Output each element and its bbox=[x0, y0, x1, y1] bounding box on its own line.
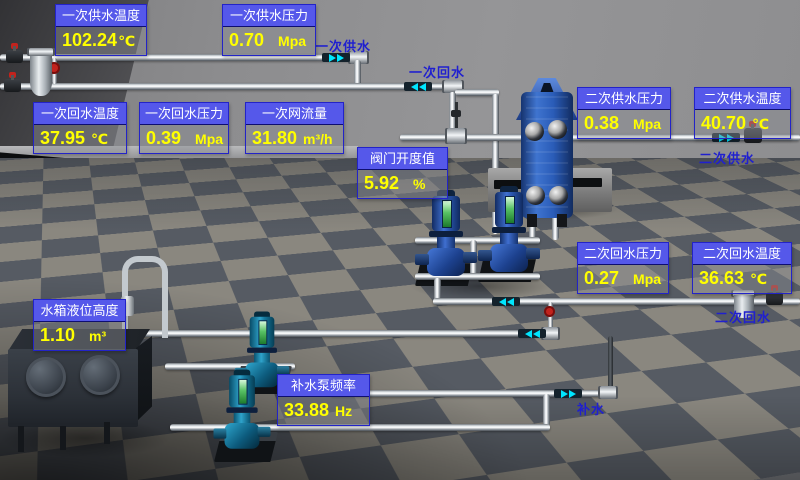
readout-tank-level-height: 水箱液位高度 1.10m³ bbox=[33, 299, 126, 351]
value: 33.88 bbox=[284, 400, 329, 420]
pipe-tag-secondary-return: 二次回水 bbox=[715, 307, 771, 326]
pipe-makeup-header bbox=[138, 330, 558, 337]
unit: ℃ bbox=[750, 269, 767, 289]
tank-manhole-icon bbox=[26, 357, 66, 397]
hx-port-icon bbox=[525, 122, 544, 141]
gate-valve-icon[interactable] bbox=[6, 50, 23, 63]
unit: ℃ bbox=[91, 129, 108, 149]
value: 0.70 bbox=[229, 30, 264, 50]
readout-valve-opening: 阀门开度值 5.92% bbox=[357, 147, 448, 199]
pump-status-window bbox=[442, 200, 452, 228]
value: 37.95 bbox=[40, 128, 85, 148]
readout-secondary-return-pressure: 二次回水压力 0.27Mpa bbox=[577, 242, 669, 294]
readout-secondary-return-temperature: 二次回水温度 36.63℃ bbox=[692, 242, 792, 294]
readout-secondary-supply-pressure: 二次供水压力 0.38Mpa bbox=[577, 87, 671, 139]
flow-arrow-icon bbox=[554, 389, 582, 398]
readout-primary-return-temperature: 一次回水温度 37.95℃ bbox=[33, 102, 127, 154]
hx-port-icon bbox=[549, 186, 568, 205]
pump-status-window bbox=[238, 379, 247, 405]
value: 5.92 bbox=[364, 173, 399, 193]
readout-primary-return-pressure: 一次回水压力 0.39Mpa bbox=[139, 102, 229, 154]
flow-arrow-icon bbox=[492, 297, 520, 306]
unit: Mpa bbox=[278, 31, 306, 51]
pump-status-window bbox=[505, 196, 515, 224]
tank-manhole-icon bbox=[80, 355, 120, 395]
pipe-fitting bbox=[598, 386, 618, 399]
readout-primary-supply-pressure: 一次供水压力 0.70Mpa bbox=[222, 4, 316, 56]
handwheel-valve-icon[interactable] bbox=[544, 306, 555, 317]
air-separator[interactable] bbox=[30, 50, 52, 96]
hmi-heat-exchange-station-screen: 一次供水 一次回水 二次供水 二次回水 补水 一次供水温度 102.24℃ 一次… bbox=[0, 0, 800, 480]
pipe-tag-secondary-supply: 二次供水 bbox=[699, 148, 755, 167]
pipe-tag-primary-supply: 一次供水 bbox=[315, 36, 371, 55]
separator-flange bbox=[27, 48, 55, 56]
circulation-pump-1[interactable] bbox=[424, 190, 468, 282]
unit: m³/h bbox=[303, 129, 333, 149]
unit: Hz bbox=[335, 401, 352, 421]
control-valve-body[interactable] bbox=[445, 128, 467, 144]
flow-arrow-icon bbox=[404, 82, 432, 91]
value: 1.10 bbox=[40, 325, 75, 345]
value: 31.80 bbox=[252, 128, 297, 148]
pipe-riser-dark bbox=[608, 336, 613, 390]
pipe-elbow-down bbox=[543, 394, 550, 426]
unit: ℃ bbox=[752, 114, 769, 134]
unit: % bbox=[413, 174, 425, 194]
value: 0.27 bbox=[584, 268, 619, 288]
unit: ℃ bbox=[118, 31, 135, 51]
flow-arrow-icon bbox=[518, 329, 546, 338]
gate-valve-icon[interactable] bbox=[4, 79, 21, 92]
water-tank[interactable] bbox=[8, 349, 138, 427]
circulation-pump-2[interactable] bbox=[487, 186, 531, 278]
value: 0.38 bbox=[584, 113, 619, 133]
value: 0.39 bbox=[146, 128, 181, 148]
value: 40.70 bbox=[701, 113, 746, 133]
pipe-primary-return bbox=[0, 83, 448, 90]
unit: Mpa bbox=[633, 114, 661, 134]
control-valve-actuator[interactable] bbox=[451, 110, 461, 117]
value: 102.24 bbox=[62, 30, 117, 50]
hx-port-icon bbox=[548, 120, 567, 139]
value: 36.63 bbox=[699, 268, 744, 288]
unit: Mpa bbox=[195, 129, 223, 149]
readout-makeup-pump-frequency: 补水泵频率 33.88Hz bbox=[277, 374, 370, 426]
readout-primary-supply-temperature: 一次供水温度 102.24℃ bbox=[55, 4, 147, 56]
pipe-tag-primary-return: 一次回水 bbox=[409, 62, 465, 81]
readout-secondary-supply-temperature: 二次供水温度 40.70℃ bbox=[694, 87, 791, 139]
makeup-pump-2[interactable] bbox=[222, 370, 262, 455]
readout-primary-network-flow: 一次网流量 31.80m³/h bbox=[245, 102, 344, 154]
pump-status-window bbox=[258, 320, 267, 345]
unit: m³ bbox=[89, 326, 106, 346]
pipe-tag-makeup-water: 补水 bbox=[577, 399, 605, 418]
unit: Mpa bbox=[633, 269, 661, 289]
